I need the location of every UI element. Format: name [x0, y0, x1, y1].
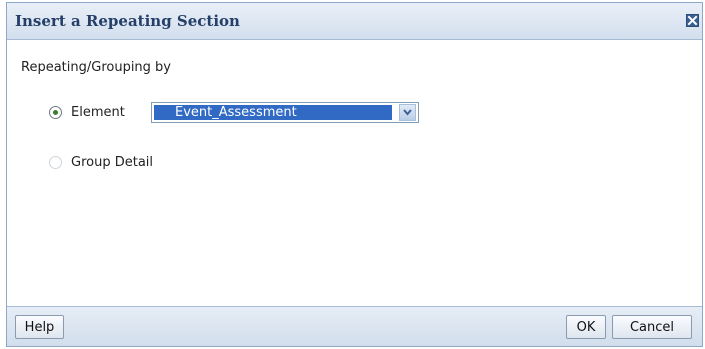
ok-button[interactable]: OK: [566, 315, 606, 339]
cancel-button[interactable]: Cancel: [612, 315, 692, 339]
dialog-titlebar[interactable]: Insert a Repeating Section: [7, 3, 702, 40]
element-radio[interactable]: [49, 106, 62, 119]
element-radio-label[interactable]: Element: [71, 105, 125, 120]
dialog-body: Repeating/Grouping by Element Event_Asse…: [7, 40, 702, 308]
element-select[interactable]: Event_Assessment: [151, 102, 419, 123]
repeating-grouping-label: Repeating/Grouping by: [21, 60, 172, 75]
help-button[interactable]: Help: [15, 315, 64, 339]
group-detail-radio-label[interactable]: Group Detail: [71, 155, 153, 170]
group-detail-radio[interactable]: [49, 156, 62, 169]
chevron-down-icon[interactable]: [399, 104, 416, 121]
close-icon[interactable]: [686, 14, 699, 27]
dialog-title: Insert a Repeating Section: [15, 12, 240, 30]
element-select-value: Event_Assessment: [154, 105, 392, 120]
dialog-footer: Help OK Cancel: [7, 306, 702, 346]
insert-repeating-section-dialog: Insert a Repeating Section Repeating/Gro…: [6, 2, 703, 347]
